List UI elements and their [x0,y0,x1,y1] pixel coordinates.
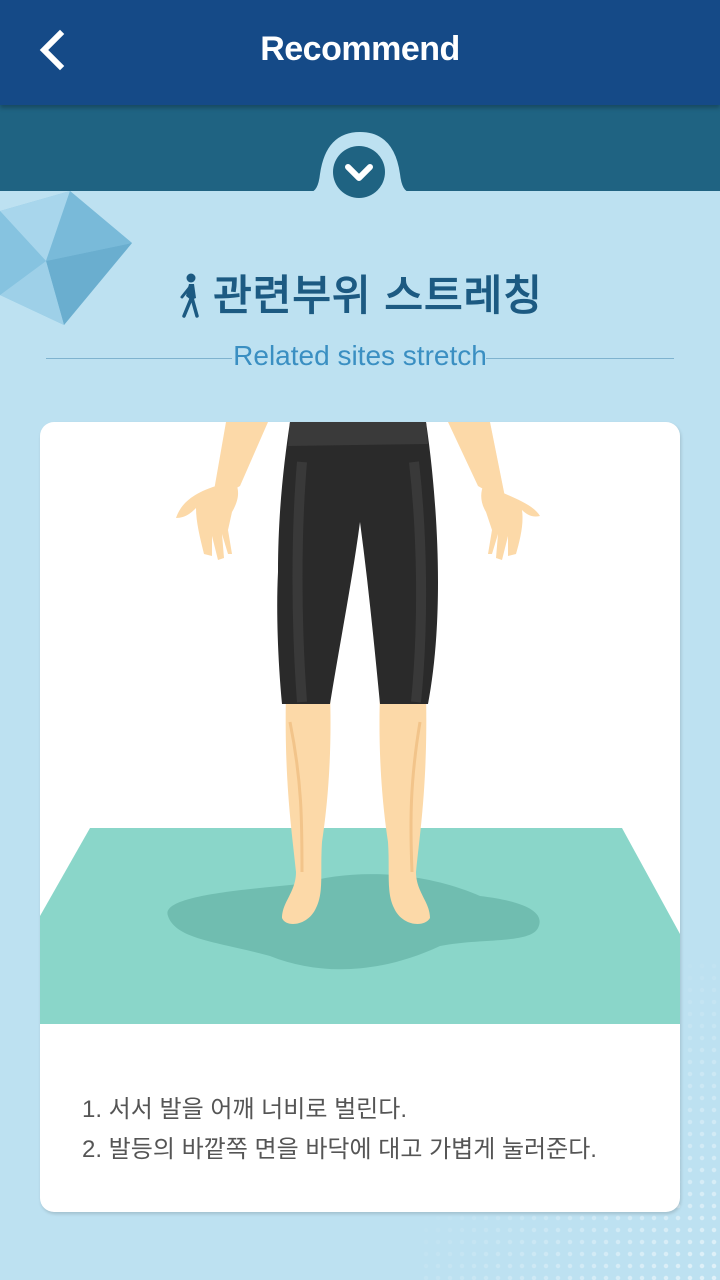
instructions: 1. 서서 발을 어깨 너비로 벌린다. 2. 발등의 바깥쪽 면을 바닥에 대… [82,1090,662,1170]
stretching-person-icon [180,273,199,318]
collapse-button[interactable] [333,146,385,198]
section-subtitle: Related sites stretch [233,340,487,371]
polygon-decoration [0,191,132,325]
instruction-step-1: 1. 서서 발을 어깨 너비로 벌린다. [82,1096,407,1123]
section-subtitle-row: Related sites stretch [46,338,674,378]
page-title: Recommend [260,30,460,68]
stretch-illustration [40,422,680,1024]
instruction-step-2: 2. 발등의 바깥쪽 면을 바닥에 대고 가볍게 눌러준다. [82,1136,597,1163]
chevron-down-icon [333,146,385,198]
stretch-card: 1. 서서 발을 어깨 너비로 벌린다. 2. 발등의 바깥쪽 면을 바닥에 대… [40,422,680,1212]
section-title-text: 관련부위 스트레칭 [213,272,543,319]
app-header: Recommend [0,0,720,105]
